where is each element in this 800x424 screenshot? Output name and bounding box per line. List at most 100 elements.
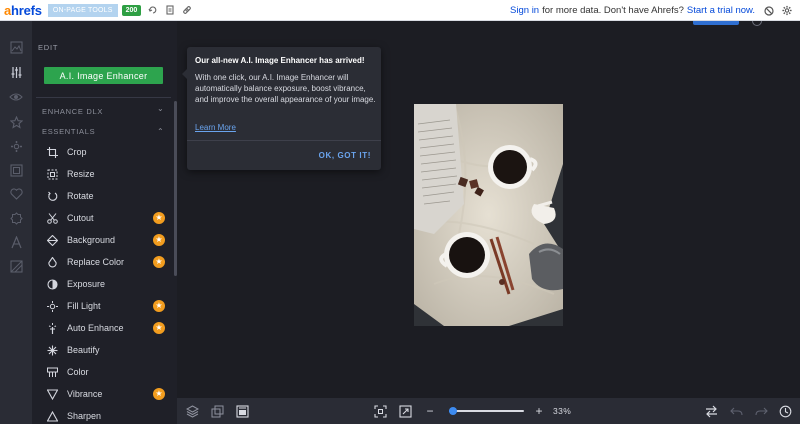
background-icon [46, 234, 58, 246]
sign-in-link[interactable]: Sign in [510, 5, 539, 16]
redo-icon[interactable] [754, 404, 768, 418]
adjust-sliders-icon[interactable] [8, 64, 24, 80]
document-icon[interactable] [165, 5, 175, 15]
section-enhance-dlx[interactable]: ENHANCE DLX [42, 107, 103, 116]
premium-star-icon: ★ [153, 234, 165, 246]
undo-icon[interactable] [729, 404, 743, 418]
tool-label: Exposure [67, 279, 106, 289]
tool-auto-enhance[interactable]: Auto Enhance ★ [46, 319, 170, 337]
block-icon[interactable] [764, 5, 774, 16]
ahrefs-toolbar: ahrefs ON-PAGE TOOLS 200 Sign in for mor… [0, 0, 800, 21]
tool-background[interactable]: Background ★ [46, 231, 170, 249]
premium-star-icon: ★ [153, 322, 165, 334]
tool-label: Auto Enhance [67, 323, 124, 333]
premium-star-icon: ★ [153, 388, 165, 400]
exposure-icon [46, 278, 58, 290]
swap-icon[interactable] [704, 404, 718, 418]
triangle-icon [46, 410, 58, 422]
wand-icon [46, 322, 58, 334]
redirect-icon[interactable] [148, 5, 158, 15]
scissors-icon [46, 212, 58, 224]
bottom-toolbar: − + 33% [177, 398, 800, 424]
on-page-tools-badge[interactable]: ON-PAGE TOOLS [47, 3, 118, 17]
ahrefs-logo[interactable]: ahrefs [4, 3, 42, 18]
edit-panel: EDIT A.I. Image Enhancer ENHANCE DLX ⌄ E… [32, 21, 177, 424]
fill-light-icon [46, 300, 58, 312]
status-code-badge: 200 [121, 4, 142, 16]
tool-replace-color[interactable]: Replace Color ★ [46, 253, 170, 271]
crop-icon [46, 146, 58, 158]
chevron-up-icon[interactable]: ⌃ [157, 127, 164, 136]
ok-got-it-button[interactable]: OK, GOT IT! [319, 151, 371, 160]
learn-more-link[interactable]: Learn More [195, 123, 236, 132]
section-essentials[interactable]: ESSENTIALS [42, 127, 95, 136]
popup-title: Our all-new A.I. Image Enhancer has arri… [195, 56, 365, 65]
tool-vibrance[interactable]: Vibrance ★ [46, 385, 170, 403]
tool-label: Sharpen [67, 411, 102, 421]
ai-image-enhancer-button[interactable]: A.I. Image Enhancer [44, 67, 163, 84]
tool-label: Rotate [67, 191, 94, 201]
tool-label: Fill Light [67, 301, 101, 311]
vibrance-icon [46, 388, 58, 400]
compare-icon[interactable] [235, 404, 249, 418]
tool-category-rail [0, 21, 32, 424]
sparkle-icon [46, 344, 58, 356]
texture-icon[interactable] [8, 258, 24, 274]
tool-sharpen[interactable]: Sharpen [46, 407, 170, 424]
start-trial-link[interactable]: Start a trial now. [687, 5, 755, 16]
tool-label: Vibrance [67, 389, 103, 399]
image-icon[interactable] [8, 39, 24, 55]
text-icon[interactable] [8, 234, 24, 250]
actual-size-icon[interactable] [398, 404, 412, 418]
eye-icon[interactable] [8, 89, 24, 105]
history-icon[interactable] [778, 404, 792, 418]
tool-exposure[interactable]: Exposure [46, 275, 170, 293]
tool-label: Resize [67, 169, 95, 179]
premium-star-icon: ★ [153, 256, 165, 268]
tool-label: Background [67, 235, 116, 245]
color-icon [46, 366, 58, 378]
zoom-out-button[interactable]: − [423, 404, 437, 418]
panel-header: EDIT [38, 43, 59, 52]
duplicate-icon[interactable] [210, 404, 224, 418]
tool-resize[interactable]: Resize [46, 165, 170, 183]
heart-icon[interactable] [8, 186, 24, 202]
zoom-level-label: 33% [553, 406, 572, 416]
frame-icon[interactable] [8, 162, 24, 178]
star-icon[interactable] [8, 114, 24, 130]
link-icon[interactable] [182, 5, 192, 15]
sign-in-suffix: for more data. Don't have Ahrefs? [542, 5, 684, 16]
popup-arrow [182, 69, 187, 79]
resize-icon [46, 168, 58, 180]
tool-label: Crop [67, 147, 87, 157]
premium-star-icon: ★ [153, 300, 165, 312]
panel-divider [36, 97, 171, 98]
zoom-slider[interactable] [448, 407, 524, 415]
zoom-slider-handle[interactable] [448, 407, 457, 415]
chevron-down-icon[interactable]: ⌄ [157, 104, 164, 113]
zoom-in-button[interactable]: + [532, 404, 546, 418]
tool-beautify[interactable]: Beautify [46, 341, 170, 359]
popup-divider [187, 140, 381, 141]
tool-crop[interactable]: Crop [46, 143, 170, 161]
badge-icon[interactable] [8, 210, 24, 226]
tool-label: Color [67, 367, 89, 377]
ai-enhancer-announcement-popup: Our all-new A.I. Image Enhancer has arri… [182, 47, 381, 170]
tool-label: Replace Color [67, 257, 125, 267]
gear-icon[interactable] [8, 138, 24, 154]
tool-color[interactable]: Color [46, 363, 170, 381]
tool-label: Beautify [67, 345, 100, 355]
rotate-icon [46, 190, 58, 202]
layers-icon[interactable] [185, 404, 199, 418]
photo-preview[interactable] [414, 104, 563, 326]
premium-star-icon: ★ [153, 212, 165, 224]
tool-label: Cutout [67, 213, 94, 223]
popup-body: With one click, our A.I. Image Enhancer … [195, 73, 376, 105]
settings-gear-icon[interactable] [782, 5, 792, 16]
tool-cutout[interactable]: Cutout ★ [46, 209, 170, 227]
fit-screen-icon[interactable] [373, 404, 387, 418]
tool-fill-light[interactable]: Fill Light ★ [46, 297, 170, 315]
tool-rotate[interactable]: Rotate [46, 187, 170, 205]
coffee-photo-image [414, 104, 563, 326]
save-button[interactable] [693, 21, 739, 25]
